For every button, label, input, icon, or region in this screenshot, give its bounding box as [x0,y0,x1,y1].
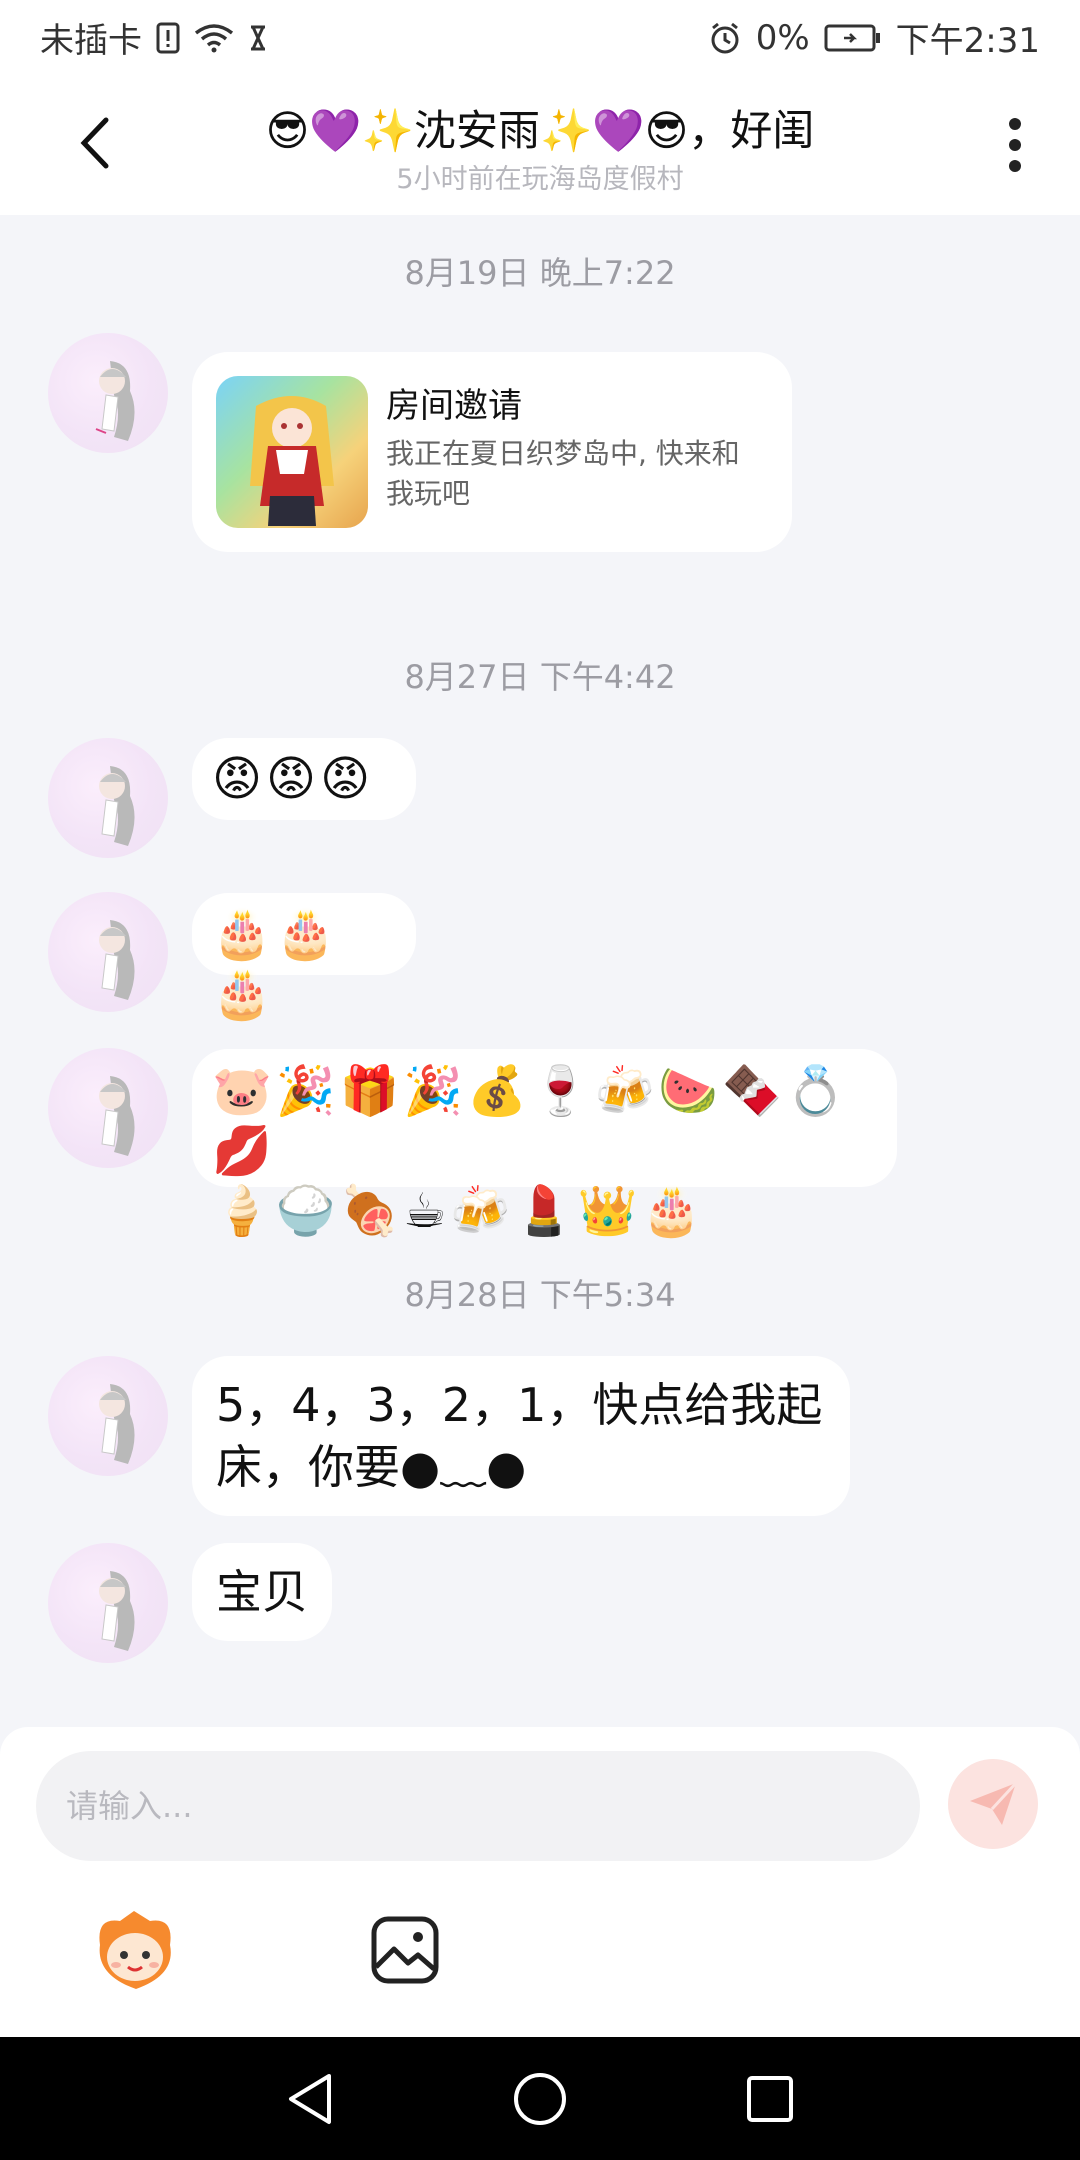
clock-time: 下午2:31 [895,21,1040,61]
chevron-left-icon [80,117,109,169]
chat-header: 😎💜✨沈安雨✨💜😎，好闺 5小时前在玩海岛度假村 [0,75,1080,215]
carrier-label: 未插卡 [40,21,142,61]
mascot-emoji-icon [99,1911,171,1989]
avatar[interactable] [48,738,168,858]
invite-thumbnail [216,376,368,528]
alarm-icon [708,21,742,55]
emoji-picker-button[interactable] [90,1905,180,1995]
message-bubble[interactable]: 5，4，3，2，1，快点给我起床，你要●﹏● [192,1356,850,1516]
message-bubble[interactable]: 🎂🎂🎂 [192,893,416,1022]
message-bubble[interactable]: 🐷🎉🎁🎉💰🍷🍻🍉🍫💍💋 🍦🍚🍖☕🍻💄👑🎂 [192,1049,897,1239]
battery-charging-icon [824,23,882,53]
composer [0,1727,1080,2037]
triangle-back-icon [289,2074,331,2124]
invite-description: 我正在夏日织梦岛中, 快来和我玩吧 [386,437,740,510]
circle-home-icon [514,2073,566,2125]
more-vertical-icon [1009,118,1021,172]
timestamp: 8月19日 晚上7:22 [404,254,676,292]
more-options-button[interactable] [995,110,1035,180]
battery-percent: 0% [755,17,810,58]
chat-title: 😎💜✨沈安雨✨💜😎，好闺 [265,106,815,155]
avatar[interactable] [48,1356,168,1476]
status-bar: 未插卡 0% 下午2:31 [0,0,1080,75]
hourglass-icon [248,24,268,52]
sim-alert-icon [156,22,180,54]
system-nav-bar [0,2037,1080,2160]
avatar[interactable] [48,333,168,453]
message-bubble[interactable]: 😡😡😡 [192,738,416,820]
nav-recents-button[interactable] [740,2069,800,2129]
send-icon [970,1781,1018,1825]
emoji-line: 🐷🎉🎁🎉💰🍷🍻🍉🍫💍💋 [212,1063,850,1179]
wifi-icon [194,23,234,53]
square-recents-icon [747,2076,793,2122]
avatar[interactable] [48,892,168,1012]
invite-title: 房间邀请 [386,386,522,426]
image-icon [371,1916,439,1984]
avatar[interactable] [48,1543,168,1663]
back-button[interactable] [70,113,120,173]
send-button[interactable] [948,1759,1038,1849]
message-input[interactable] [36,1751,920,1861]
chat-subtitle: 5小时前在玩海岛度假村 [396,164,684,195]
nav-back-button[interactable] [280,2069,340,2129]
image-picker-button[interactable] [370,1915,440,1985]
timestamp: 8月28日 下午5:34 [404,1276,676,1314]
emoji-line: 🍦🍚🍖☕🍻💄👑🎂 [212,1183,706,1239]
room-invite-card[interactable]: 房间邀请 我正在夏日织梦岛中, 快来和我玩吧 [192,352,792,552]
timestamp: 8月27日 下午4:42 [404,658,676,696]
message-bubble[interactable]: 宝贝 [192,1543,332,1641]
nav-home-button[interactable] [510,2069,570,2129]
avatar[interactable] [48,1048,168,1168]
